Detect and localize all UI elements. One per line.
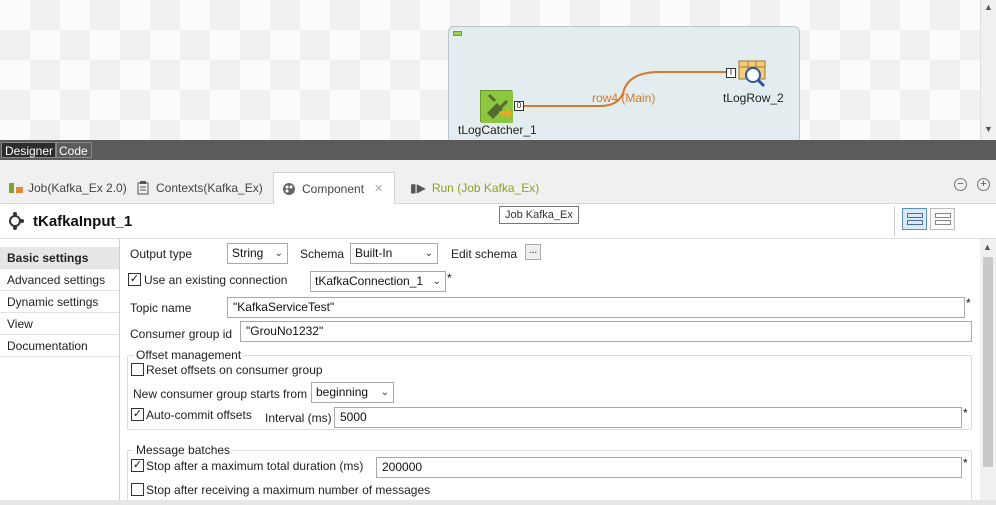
schema-value: Built-In bbox=[355, 246, 393, 260]
chevron-down-icon: ⌄ bbox=[380, 387, 389, 398]
satellite-icon bbox=[481, 91, 513, 123]
chevron-down-icon: ⌄ bbox=[432, 276, 441, 287]
stop-messages-label: Stop after receiving a maximum number of… bbox=[146, 483, 431, 497]
maximize-icon[interactable]: + bbox=[977, 178, 990, 191]
connection-select[interactable]: tKafkaConnection_1 ⌄ bbox=[310, 271, 446, 292]
settings-horizontal-scrollbar[interactable] bbox=[0, 500, 996, 505]
scrollbar-thumb[interactable] bbox=[983, 257, 993, 467]
view-tabbar: Job(Kafka_Ex 2.0) Contexts(Kafka_Ex) Com… bbox=[0, 172, 996, 204]
tab-contexts[interactable]: Contexts(Kafka_Ex) bbox=[128, 172, 271, 204]
component-header: tKafkaInput_1 bbox=[0, 204, 996, 238]
use-existing-connection-label: Use an existing connection bbox=[144, 273, 288, 287]
view-tab-actions: − + bbox=[954, 178, 990, 191]
stop-duration-input[interactable]: 200000 bbox=[376, 457, 962, 478]
input-port[interactable]: I bbox=[726, 68, 736, 78]
close-icon[interactable]: ✕ bbox=[374, 182, 383, 195]
chevron-down-icon: ⌄ bbox=[424, 248, 433, 259]
settings-vertical-scrollbar[interactable]: ▲ bbox=[980, 239, 996, 505]
chevron-down-icon: ⌄ bbox=[274, 248, 283, 259]
basic-settings-form: Output type String ⌄ Schema Built-In ⌄ E… bbox=[120, 239, 980, 505]
reset-offsets-checkbox[interactable] bbox=[131, 363, 144, 376]
required-marker: * bbox=[447, 271, 452, 285]
output-type-value: String bbox=[232, 246, 264, 260]
tab-component-label: Component bbox=[302, 181, 365, 196]
settings-sidebar: Basic settings Advanced settings Dynamic… bbox=[0, 247, 120, 357]
sidebar-item-view[interactable]: View bbox=[0, 313, 120, 335]
new-group-starts-label: New consumer group starts from bbox=[133, 387, 308, 401]
consumer-group-id-label: Consumer group id bbox=[130, 327, 233, 341]
required-marker: * bbox=[963, 456, 968, 470]
row-link-label[interactable]: row4 (Main) bbox=[592, 91, 655, 105]
tab-designer[interactable]: Designer bbox=[1, 142, 58, 158]
table-magnifier-icon bbox=[738, 60, 766, 88]
tab-job-label: Job(Kafka_Ex 2.0) bbox=[28, 181, 127, 195]
palette-icon bbox=[282, 182, 296, 196]
sidebar-item-advanced-settings[interactable]: Advanced settings bbox=[0, 269, 120, 291]
tab-code[interactable]: Code bbox=[55, 142, 92, 158]
scroll-up-arrow-icon[interactable]: ▲ bbox=[984, 2, 993, 12]
tlogrow-component-icon[interactable] bbox=[738, 60, 766, 88]
component-title: tKafkaInput_1 bbox=[33, 213, 133, 230]
edit-schema-button[interactable]: ... bbox=[525, 244, 541, 260]
stop-duration-label: Stop after a maximum total duration (ms) bbox=[146, 459, 364, 473]
use-existing-connection-checkbox[interactable]: ✓ bbox=[128, 273, 141, 286]
component-settings-panel: Basic settings Advanced settings Dynamic… bbox=[0, 238, 996, 505]
output-port[interactable]: 0 bbox=[514, 101, 524, 111]
auto-commit-label: Auto-commit offsets bbox=[146, 408, 252, 422]
tlogcatcher-component-icon[interactable] bbox=[480, 90, 513, 123]
tab-tooltip: Job Kafka_Ex bbox=[499, 206, 579, 224]
topic-name-label: Topic name bbox=[130, 301, 192, 315]
new-group-starts-value: beginning bbox=[316, 385, 369, 399]
edit-schema-label: Edit schema bbox=[451, 247, 518, 261]
tlogcatcher-label[interactable]: tLogCatcher_1 bbox=[458, 123, 537, 137]
new-group-starts-select[interactable]: beginning ⌄ bbox=[311, 382, 394, 403]
sidebar-item-documentation[interactable]: Documentation bbox=[0, 335, 120, 357]
bar-spacer bbox=[0, 160, 996, 172]
run-icon: ▮▶ bbox=[410, 181, 426, 195]
reset-offsets-label: Reset offsets on consumer group bbox=[146, 363, 323, 377]
sidebar-item-dynamic-settings[interactable]: Dynamic settings bbox=[0, 291, 120, 313]
tlogrow-label[interactable]: tLogRow_2 bbox=[723, 91, 784, 105]
interval-input[interactable]: 5000 bbox=[334, 407, 962, 428]
tab-run-label: Run (Job Kafka_Ex) bbox=[431, 181, 540, 195]
output-type-select[interactable]: String ⌄ bbox=[227, 243, 288, 264]
clipboard-icon bbox=[136, 181, 150, 195]
sidebar-item-basic-settings[interactable]: Basic settings bbox=[0, 247, 120, 269]
kafka-component-icon bbox=[6, 212, 24, 230]
topic-name-input[interactable]: "KafkaServiceTest" bbox=[227, 297, 965, 318]
schema-select[interactable]: Built-In ⌄ bbox=[350, 243, 438, 264]
tab-contexts-label: Contexts(Kafka_Ex) bbox=[156, 181, 263, 195]
tab-job[interactable]: Job(Kafka_Ex 2.0) bbox=[0, 172, 135, 204]
auto-commit-checkbox[interactable]: ✓ bbox=[131, 408, 144, 421]
job-icon bbox=[8, 181, 23, 195]
scroll-up-arrow-icon[interactable]: ▲ bbox=[983, 242, 992, 252]
job-designer-canvas[interactable]: 0 tLogCatcher_1 row4 (Main) I tLogRow_2 … bbox=[0, 0, 996, 140]
grid-layout-icon[interactable] bbox=[902, 208, 927, 230]
required-marker: * bbox=[963, 406, 968, 420]
required-marker: * bbox=[966, 296, 971, 310]
schema-label: Schema bbox=[300, 247, 345, 261]
designer-code-tabbar: Designer Code bbox=[0, 140, 996, 160]
canvas-vertical-scrollbar[interactable]: ▲ ▼ bbox=[980, 0, 996, 140]
list-layout-icon[interactable] bbox=[930, 208, 955, 230]
header-divider bbox=[894, 206, 895, 236]
interval-label: Interval (ms) bbox=[265, 411, 332, 425]
consumer-group-id-input[interactable]: "GrouNo1232" bbox=[240, 321, 972, 342]
output-type-label: Output type bbox=[130, 247, 193, 261]
message-batches-title: Message batches bbox=[134, 443, 233, 457]
connection-value: tKafkaConnection_1 bbox=[315, 274, 424, 288]
offset-management-title: Offset management bbox=[134, 348, 244, 362]
tab-run[interactable]: ▮▶ Run (Job Kafka_Ex) bbox=[402, 172, 547, 204]
stop-duration-checkbox[interactable]: ✓ bbox=[131, 459, 144, 472]
stop-messages-checkbox[interactable] bbox=[131, 483, 144, 496]
tab-component[interactable]: Component ✕ bbox=[273, 172, 395, 204]
scroll-down-arrow-icon[interactable]: ▼ bbox=[984, 124, 993, 134]
minimize-icon[interactable]: − bbox=[954, 178, 967, 191]
